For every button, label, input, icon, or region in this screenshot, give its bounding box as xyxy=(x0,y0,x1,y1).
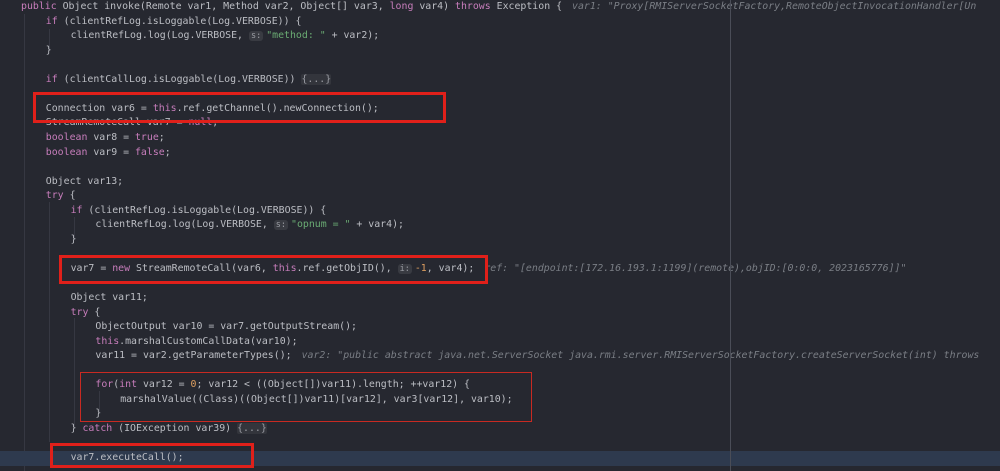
right-margin-guide xyxy=(730,0,731,471)
keyword: if xyxy=(45,15,58,27)
highlight-box-for-loop xyxy=(80,372,532,422)
keyword: long xyxy=(389,1,414,12)
keyword: boolean xyxy=(45,131,88,143)
string-literal: "opnum = " xyxy=(291,219,351,231)
keyword: true xyxy=(134,131,159,143)
code-line[interactable]: } xyxy=(0,233,1000,248)
string-literal: "method: " xyxy=(266,30,326,42)
code-text: } xyxy=(70,233,77,245)
code-text: ObjectOutput var10 = var7.getOutputStrea… xyxy=(95,321,357,333)
code-editor[interactable]: public Object invoke(Remote var1, Method… xyxy=(0,0,1000,471)
code-line[interactable]: ObjectOutput var10 = var7.getOutputStrea… xyxy=(0,320,1000,335)
code-line[interactable] xyxy=(0,160,1000,175)
code-text: (clientRefLog.isLoggable(Log.VERBOSE)) { xyxy=(57,15,302,27)
parameter-hint: s: xyxy=(273,220,288,231)
code-line[interactable]: var11 = var2.getParameterTypes(); var2: "… xyxy=(0,349,1000,364)
code-line[interactable]: boolean var9 = false; xyxy=(0,146,1000,161)
code-text: (clientRefLog.isLoggable(Log.VERBOSE)) { xyxy=(82,204,327,216)
code-line[interactable]: clientRefLog.log(Log.VERBOSE, s: "method:… xyxy=(0,29,1000,44)
keyword: public xyxy=(21,1,57,12)
code-line[interactable] xyxy=(0,58,1000,73)
code-text: Object invoke(Remote var1, Method var2, … xyxy=(56,1,390,12)
code-line[interactable]: } catch (IOException var39) {...} xyxy=(0,422,1000,437)
highlight-box-connection xyxy=(33,92,446,123)
code-text: } xyxy=(70,422,83,434)
code-text: { xyxy=(88,306,101,318)
code-text: } xyxy=(45,44,52,56)
keyword: try xyxy=(70,306,89,318)
keyword: catch xyxy=(82,422,113,434)
code-text: { xyxy=(63,190,76,202)
keyword: boolean xyxy=(45,146,88,158)
code-text: var11 = var2.getParameterTypes(); xyxy=(95,350,292,362)
code-line[interactable]: try { xyxy=(0,306,1000,321)
code-text: clientRefLog.log(Log.VERBOSE, xyxy=(70,30,249,42)
debug-inline-value: var1: "Proxy[RMIServerSocketFactory,Remo… xyxy=(572,1,977,12)
code-text: ; xyxy=(164,146,171,158)
code-text: (clientCallLog.isLoggable(Log.VERBOSE)) xyxy=(57,73,302,85)
code-line[interactable]: Object var13; xyxy=(0,175,1000,190)
code-line[interactable]: } xyxy=(0,44,1000,59)
code-line[interactable]: this.marshalCustomCallData(var10); xyxy=(0,335,1000,350)
code-text: Object var11; xyxy=(70,292,148,303)
code-text: ; xyxy=(158,131,165,143)
code-text: (IOException var39) xyxy=(112,422,238,434)
code-line[interactable]: clientRefLog.log(Log.VERBOSE, s: "opnum =… xyxy=(0,218,1000,233)
keyword: if xyxy=(70,204,83,216)
code-text: .marshalCustomCallData(var10); xyxy=(119,335,298,347)
parameter-hint: s: xyxy=(248,31,264,42)
code-line[interactable]: try { xyxy=(0,189,1000,204)
folded-block[interactable]: {...} xyxy=(237,422,267,434)
code-text: clientRefLog.log(Log.VERBOSE, xyxy=(95,219,274,231)
debug-inline-value: var2: "public abstract java.net.ServerSo… xyxy=(301,350,980,362)
code-text: var9 = xyxy=(87,146,135,158)
keyword: if xyxy=(45,73,58,85)
code-text: Object var13; xyxy=(45,175,124,187)
code-text: + var4); xyxy=(350,219,404,231)
code-text: var8 = xyxy=(87,131,135,143)
highlight-box-execute-call xyxy=(50,443,254,468)
keyword: false xyxy=(134,146,165,158)
code-line[interactable]: if (clientRefLog.isLoggable(Log.VERBOSE)… xyxy=(0,204,1000,219)
code-line[interactable]: public Object invoke(Remote var1, Method… xyxy=(0,0,1000,15)
code-line[interactable]: if (clientCallLog.isLoggable(Log.VERBOSE… xyxy=(0,73,1000,88)
folded-block[interactable]: {...} xyxy=(301,73,332,85)
keyword: throws xyxy=(455,1,491,12)
code-text: + var2); xyxy=(325,30,380,42)
highlight-box-stream-remote-call xyxy=(59,255,488,284)
keyword: try xyxy=(45,190,64,202)
keyword: this xyxy=(95,335,120,347)
code-line[interactable]: if (clientRefLog.isLoggable(Log.VERBOSE)… xyxy=(0,15,1000,30)
debug-inline-value: ref: "[endpoint:[172.16.193.1:1199](remo… xyxy=(484,262,907,274)
code-line[interactable]: boolean var8 = true; xyxy=(0,131,1000,146)
code-text: Exception { xyxy=(490,1,563,12)
code-line[interactable]: Object var11; xyxy=(0,291,1000,306)
code-text: var4) xyxy=(413,1,456,12)
